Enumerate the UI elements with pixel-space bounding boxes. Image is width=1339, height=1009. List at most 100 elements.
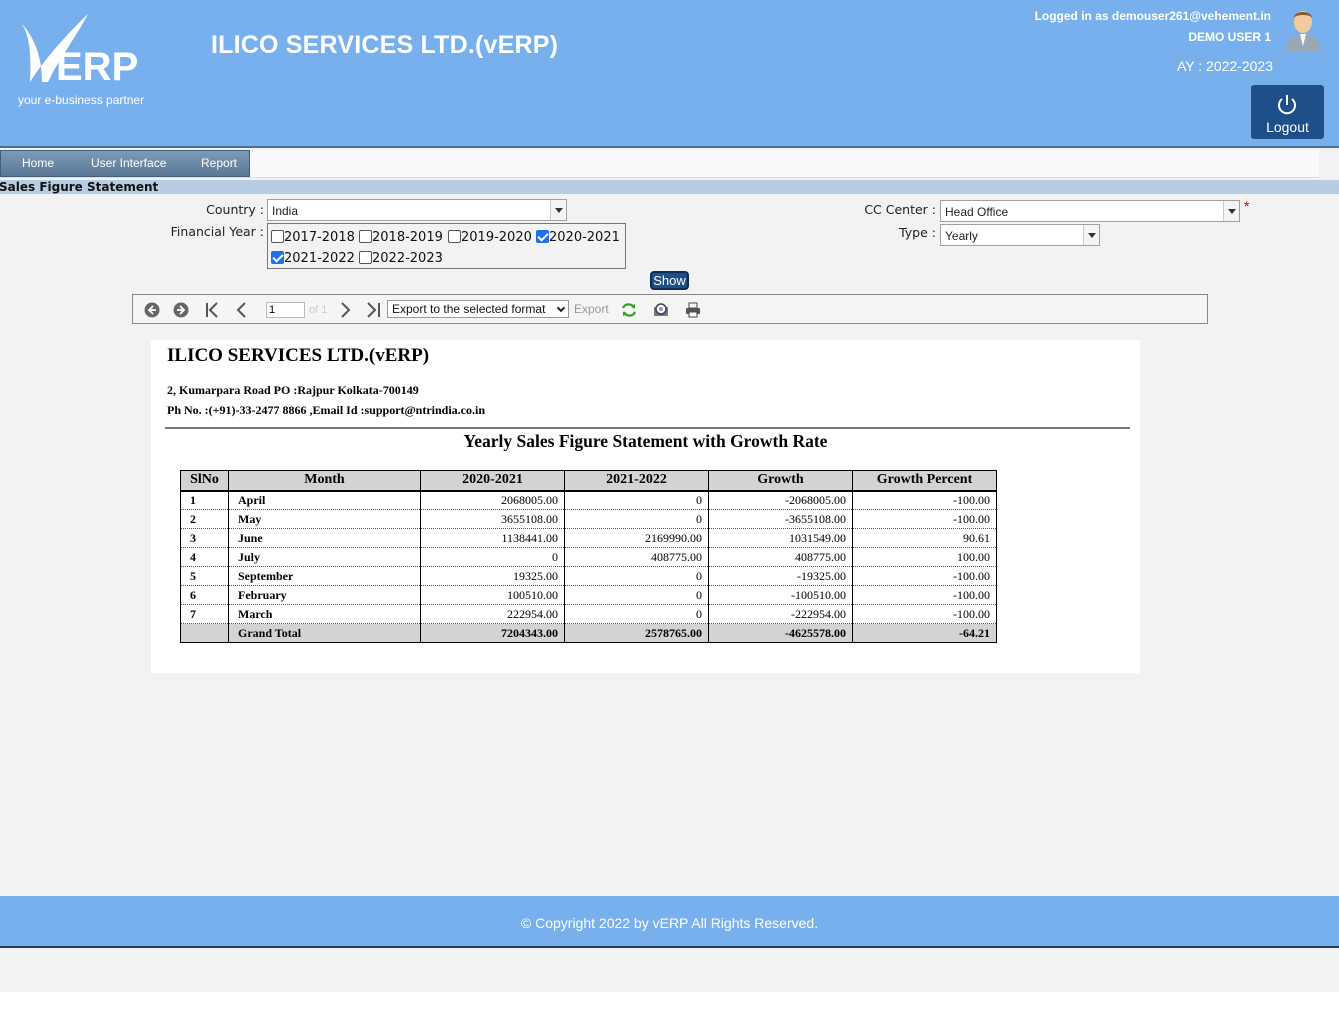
export-button[interactable]: Export <box>574 302 609 316</box>
cell-slno: 6 <box>180 585 229 605</box>
user-name: DEMO USER 1 <box>1188 30 1271 44</box>
fy-checkbox-2019-2020[interactable] <box>448 230 461 243</box>
first-page-icon[interactable] <box>204 301 222 319</box>
cell-slno: 4 <box>180 547 229 567</box>
print-icon[interactable] <box>684 301 702 319</box>
table-row: 1 April 2068005.00 0 -2068005.00 -100.00 <box>180 490 997 510</box>
find-icon[interactable] <box>652 301 670 319</box>
header: ERP your e-business partner ILICO SERVIC… <box>0 0 1339 148</box>
fy-checkbox-2020-2021[interactable] <box>536 230 549 243</box>
fy-label: 2020-2021 <box>549 230 620 245</box>
table-row: 7 March 222954.00 0 -222954.00 -100.00 <box>180 604 997 624</box>
column-header: Month <box>228 470 421 492</box>
cell-growth: -100510.00 <box>708 585 853 605</box>
cell-month: May <box>228 509 421 529</box>
user-avatar-icon <box>1284 8 1322 52</box>
fy-checkbox-2022-2023[interactable] <box>359 251 372 264</box>
cell-slno <box>180 623 229 643</box>
table-header-row: SlNo Month 2020-2021 2021-2022 Growth Gr… <box>180 470 997 492</box>
cell-growth: 408775.00 <box>708 547 853 567</box>
cell-total: 7204343.00 <box>420 623 565 643</box>
forward-icon[interactable] <box>172 301 190 319</box>
fy-checkbox-2017-2018[interactable] <box>271 230 284 243</box>
table-row: 5 September 19325.00 0 -19325.00 -100.00 <box>180 566 997 586</box>
refresh-icon[interactable] <box>620 301 638 319</box>
report-divider <box>165 427 1130 429</box>
cell-month: July <box>228 547 421 567</box>
fy-label: 2019-2020 <box>461 230 532 245</box>
fy-label: 2021-2022 <box>284 251 355 266</box>
cc-center-value: Head Office <box>945 205 1009 219</box>
cell-total-growth-percent: -64.21 <box>852 623 997 643</box>
cell-value: 3655108.00 <box>420 509 565 529</box>
next-page-icon[interactable] <box>336 301 354 319</box>
cell-slno: 2 <box>180 509 229 529</box>
fy-label: 2022-2023 <box>372 251 443 266</box>
cell-growth: -2068005.00 <box>708 490 853 510</box>
cell-value: 0 <box>564 604 709 624</box>
country-label: Country : <box>206 202 264 217</box>
type-label: Type : <box>899 225 936 240</box>
page-number-input[interactable]: 1 <box>266 302 305 318</box>
cell-value: 222954.00 <box>420 604 565 624</box>
report-page: ILICO SERVICES LTD.(vERP) 2, Kumarpara R… <box>151 340 1140 673</box>
cell-slno: 5 <box>180 566 229 586</box>
menu-item-home[interactable]: Home <box>22 156 54 170</box>
cell-total-label: Grand Total <box>228 623 421 643</box>
cell-value: 0 <box>420 547 565 567</box>
fy-checkbox-2018-2019[interactable] <box>359 230 372 243</box>
cell-value: 100510.00 <box>420 585 565 605</box>
cc-center-label: CC Center : <box>864 202 936 217</box>
cell-growth-percent: -100.00 <box>852 566 997 586</box>
logo-text: ERP <box>56 45 138 89</box>
report-company-name: ILICO SERVICES LTD.(vERP) <box>167 345 430 366</box>
app-title: ILICO SERVICES LTD.(vERP) <box>211 31 559 59</box>
cell-value: 0 <box>564 566 709 586</box>
fy-label: 2018-2019 <box>372 230 443 245</box>
cell-month: April <box>228 490 421 510</box>
table-row: 2 May 3655108.00 0 -3655108.00 -100.00 <box>180 509 997 529</box>
cell-growth-percent: -100.00 <box>852 509 997 529</box>
logo-tagline: your e-business partner <box>18 93 145 107</box>
export-format-value: Export to the selected format <box>392 302 546 316</box>
report-title: Yearly Sales Figure Statement with Growt… <box>463 431 828 451</box>
column-header: 2020-2021 <box>420 470 565 492</box>
column-header: Growth Percent <box>852 470 997 492</box>
cell-growth-percent: -100.00 <box>852 585 997 605</box>
table-row: 4 July 0 408775.00 408775.00 100.00 <box>180 547 997 567</box>
cell-total: 2578765.00 <box>564 623 709 643</box>
show-button[interactable]: Show <box>650 271 689 290</box>
cell-growth: -19325.00 <box>708 566 853 586</box>
type-select[interactable]: Yearly <box>940 224 1100 246</box>
financial-year-label: Financial Year : <box>170 224 264 239</box>
cell-month: February <box>228 585 421 605</box>
export-format-select[interactable]: Export to the selected format <box>387 300 569 318</box>
fy-checkbox-2021-2022[interactable] <box>271 251 284 264</box>
back-icon[interactable] <box>143 301 161 319</box>
cell-growth-percent: 90.61 <box>852 528 997 548</box>
financial-year-checklist: 2017-2018 2018-2019 2019-2020 2020-2021 … <box>267 223 626 269</box>
academic-year: AY : 2022-2023 <box>1176 58 1273 74</box>
previous-page-icon[interactable] <box>233 301 251 319</box>
last-page-icon[interactable] <box>364 301 382 319</box>
cell-month: September <box>228 566 421 586</box>
cell-month: June <box>228 528 421 548</box>
report-contact: Ph No. :(+91)-33-2477 8866 ,Email Id :su… <box>167 403 486 417</box>
cell-growth: 1031549.00 <box>708 528 853 548</box>
page-count: of 1 <box>309 304 328 316</box>
column-header: SlNo <box>180 470 229 492</box>
logout-button[interactable]: Logout <box>1251 85 1324 139</box>
cell-total-growth: -4625578.00 <box>708 623 853 643</box>
cell-value: 0 <box>564 585 709 605</box>
report-address: 2, Kumarpara Road PO :Rajpur Kolkata-700… <box>167 383 419 397</box>
sales-table: SlNo Month 2020-2021 2021-2022 Growth Gr… <box>180 470 997 643</box>
page: ERP your e-business partner ILICO SERVIC… <box>0 0 1339 992</box>
menu-item-user-interface[interactable]: User Interface <box>91 156 166 170</box>
power-icon <box>1278 95 1296 115</box>
menu-bar: Home User Interface Report <box>0 150 1319 178</box>
cc-center-select[interactable]: Head Office <box>940 200 1240 222</box>
country-select[interactable]: India <box>267 199 567 221</box>
cell-value: 19325.00 <box>420 566 565 586</box>
menu-item-report[interactable]: Report <box>201 156 237 170</box>
cell-value: 1138441.00 <box>420 528 565 548</box>
